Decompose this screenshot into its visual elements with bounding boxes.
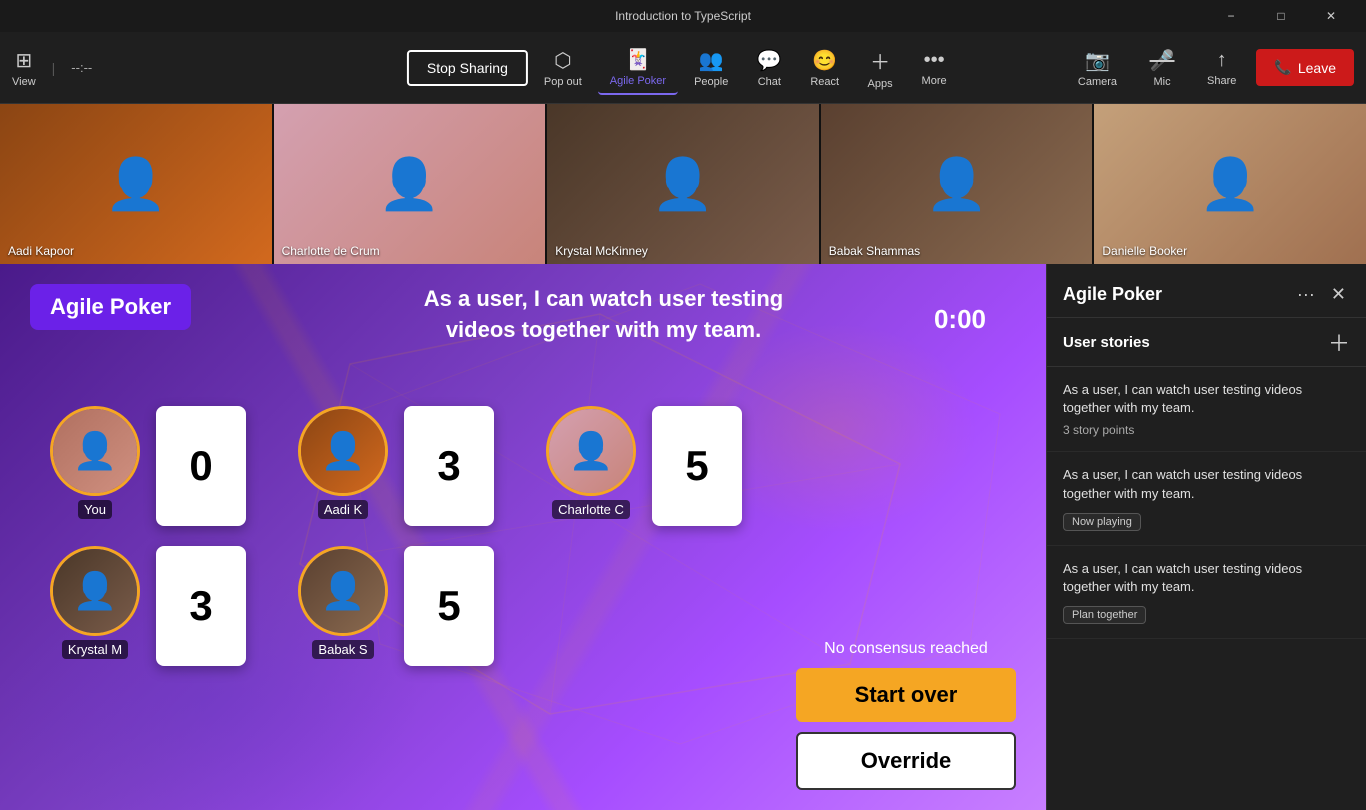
agile-poker-button[interactable]: 🃏 Agile Poker <box>598 41 678 95</box>
people-icon: 👥 <box>699 48 724 73</box>
user-stories-label: User stories <box>1063 334 1150 351</box>
video-strip: 👤 Aadi Kapoor 👤 Charlotte de Crum 👤 Krys… <box>0 104 1366 264</box>
game-area: Agile Poker As a user, I can watch user … <box>0 264 1046 810</box>
story-text-1: As a user, I can watch user testing vide… <box>1063 381 1350 417</box>
player-card-you: 0 <box>156 406 246 526</box>
react-icon: 😊 <box>812 48 837 73</box>
share-button[interactable]: ↑ Share <box>1195 43 1248 93</box>
participant-name-aadi: Aadi Kapoor <box>8 244 74 258</box>
avatar-aadi: 👤 <box>298 406 388 496</box>
story-text-3: As a user, I can watch user testing vide… <box>1063 560 1350 596</box>
player-name-babak: Babak S <box>312 640 373 659</box>
story-text-2: As a user, I can watch user testing vide… <box>1063 466 1350 502</box>
story-badge-2: Now playing <box>1063 513 1141 531</box>
more-button[interactable]: ••• More <box>909 43 959 93</box>
camera-button[interactable]: 📷 Camera <box>1066 42 1129 94</box>
player-card-aadi: 3 <box>404 406 494 526</box>
window-title: Introduction to TypeScript <box>615 9 751 23</box>
camera-icon: 📷 <box>1085 48 1110 73</box>
minimize-button[interactable]: − <box>1208 0 1254 32</box>
close-button[interactable]: ✕ <box>1308 0 1354 32</box>
toolbar: ⊞ View | --:-- Stop Sharing ⬡ Pop out 🃏 … <box>0 32 1366 104</box>
story-title-display: As a user, I can watch user testingvideo… <box>211 284 996 346</box>
pop-out-button[interactable]: ⬡ Pop out <box>532 42 594 94</box>
player-name-charlotte: Charlotte C <box>552 500 630 519</box>
title-bar: Introduction to TypeScript − □ ✕ <box>0 0 1366 32</box>
story-item-2[interactable]: As a user, I can watch user testing vide… <box>1047 452 1366 545</box>
story-list: As a user, I can watch user testing vide… <box>1047 367 1366 810</box>
toolbar-left: ⊞ View | --:-- <box>12 48 92 88</box>
avatar-krystal: 👤 <box>50 546 140 636</box>
player-card-babak: 5 <box>404 546 494 666</box>
stop-sharing-button[interactable]: Stop Sharing <box>407 50 528 86</box>
player-krystal: 👤 Krystal M <box>50 546 140 659</box>
story-item-1[interactable]: As a user, I can watch user testing vide… <box>1047 367 1366 452</box>
chat-button[interactable]: 💬 Chat <box>744 42 794 94</box>
sidebar-title: Agile Poker <box>1063 284 1162 305</box>
apps-icon: ＋ <box>870 46 890 75</box>
participant-name-charlotte: Charlotte de Crum <box>282 244 380 258</box>
override-button[interactable]: Override <box>796 732 1016 790</box>
agile-poker-icon: 🃏 <box>625 47 650 72</box>
mic-icon: 🎤 <box>1150 48 1175 73</box>
more-icon: ••• <box>924 49 945 72</box>
participant-name-krystal: Krystal McKinney <box>555 244 648 258</box>
avatar-charlotte: 👤 <box>546 406 636 496</box>
story-item-3[interactable]: As a user, I can watch user testing vide… <box>1047 546 1366 639</box>
player-you: 👤 You <box>50 406 140 519</box>
video-tile-babak: 👤 Babak Shammas <box>821 104 1093 264</box>
user-stories-header: User stories ＋ <box>1047 317 1366 367</box>
story-badge-3: Plan together <box>1063 606 1146 624</box>
mic-button[interactable]: 🎤 Mic <box>1137 42 1187 94</box>
story-points-1: 3 story points <box>1063 423 1350 437</box>
participant-name-babak: Babak Shammas <box>829 244 920 258</box>
video-tile-charlotte: 👤 Charlotte de Crum <box>274 104 546 264</box>
add-story-button[interactable]: ＋ <box>1328 326 1350 358</box>
grid-icon: ⊞ <box>15 48 32 73</box>
player-name-krystal: Krystal M <box>62 640 128 659</box>
video-tile-krystal: 👤 Krystal McKinney <box>547 104 819 264</box>
apps-button[interactable]: ＋ Apps <box>855 40 905 96</box>
chat-icon: 💬 <box>757 48 782 73</box>
player-babak: 👤 Babak S <box>298 546 388 659</box>
timer-display: --:-- <box>71 60 92 75</box>
game-title-label: Agile Poker <box>30 284 191 330</box>
sidebar: Agile Poker ··· ✕ User stories ＋ As a us… <box>1046 264 1366 810</box>
player-name-you: You <box>78 500 112 519</box>
start-over-button[interactable]: Start over <box>796 668 1016 722</box>
player-card-charlotte: 5 <box>652 406 742 526</box>
participant-name-danielle: Danielle Booker <box>1102 244 1187 258</box>
people-button[interactable]: 👥 People <box>682 42 740 94</box>
video-tile-aadi: 👤 Aadi Kapoor <box>0 104 272 264</box>
sidebar-close-button[interactable]: ✕ <box>1327 280 1350 309</box>
video-tile-danielle: 👤 Danielle Booker <box>1094 104 1366 264</box>
toolbar-right: 📷 Camera 🎤 Mic ↑ Share 📞 Leave <box>1066 42 1354 94</box>
avatar-babak: 👤 <box>298 546 388 636</box>
view-button[interactable]: ⊞ View <box>12 48 36 88</box>
sidebar-more-button[interactable]: ··· <box>1293 280 1319 309</box>
maximize-button[interactable]: □ <box>1258 0 1304 32</box>
player-aadi: 👤 Aadi K <box>298 406 388 519</box>
sidebar-header: Agile Poker ··· ✕ <box>1047 264 1366 317</box>
player-card-krystal: 3 <box>156 546 246 666</box>
phone-icon: 📞 <box>1274 59 1291 76</box>
main-area: Agile Poker As a user, I can watch user … <box>0 264 1366 810</box>
player-charlotte: 👤 Charlotte C <box>546 406 636 519</box>
avatar-you: 👤 <box>50 406 140 496</box>
player-name-aadi: Aadi K <box>318 500 368 519</box>
react-button[interactable]: 😊 React <box>798 42 851 94</box>
popout-icon: ⬡ <box>554 48 571 73</box>
share-icon: ↑ <box>1217 49 1227 72</box>
sidebar-header-actions: ··· ✕ <box>1293 280 1350 309</box>
toolbar-center: Stop Sharing ⬡ Pop out 🃏 Agile Poker 👥 P… <box>407 40 959 96</box>
leave-button[interactable]: 📞 Leave <box>1256 49 1354 86</box>
window-controls: − □ ✕ <box>1208 0 1354 32</box>
game-timer: 0:00 <box>934 304 986 335</box>
